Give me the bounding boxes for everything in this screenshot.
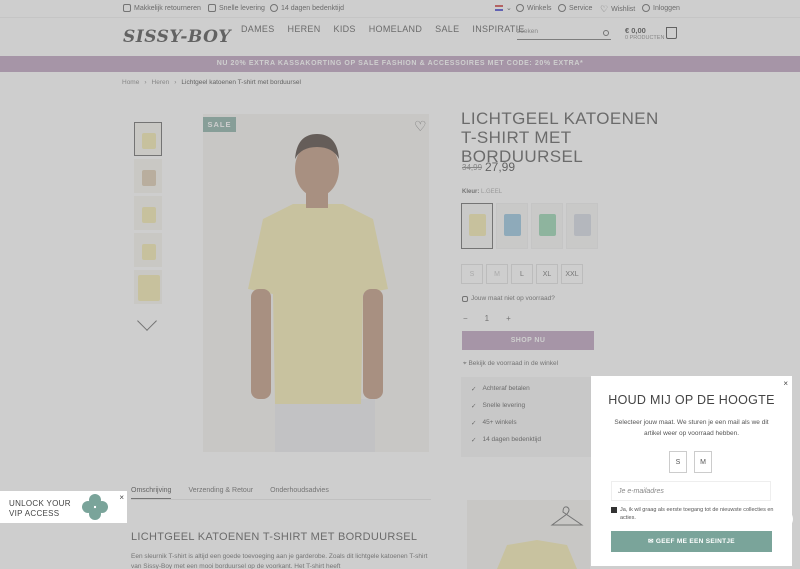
close-icon[interactable]: ×: [783, 379, 788, 388]
stock-notify-popup: × HOUD MIJ OP DE HOOGTE Selecteer jouw m…: [591, 376, 792, 566]
checkbox-icon[interactable]: [611, 507, 617, 513]
close-icon[interactable]: ×: [119, 493, 124, 502]
popup-text: Selecteer jouw maat. We sturen je een ma…: [614, 419, 769, 437]
mail-icon: ✉: [648, 538, 656, 545]
chat-icon[interactable]: [775, 510, 793, 528]
notify-submit-button[interactable]: ✉ GEEF ME EEN SEINTJE: [611, 531, 772, 552]
popup-size-s[interactable]: S: [669, 451, 687, 473]
vip-text: UNLOCK YOUR VIP ACCESS: [9, 499, 71, 518]
popup-size-selector: S M: [669, 451, 712, 473]
vip-widget[interactable]: UNLOCK YOUR VIP ACCESS ×: [0, 491, 127, 523]
popup-size-m[interactable]: M: [694, 451, 712, 473]
popup-title: HOUD MIJ OP DE HOOGTE: [608, 393, 775, 407]
clover-icon: [82, 494, 108, 520]
email-field[interactable]: Je e-mailadres: [611, 481, 771, 501]
consent-checkbox[interactable]: Ja, ik wil graag als eerste toegang tot …: [611, 506, 775, 522]
